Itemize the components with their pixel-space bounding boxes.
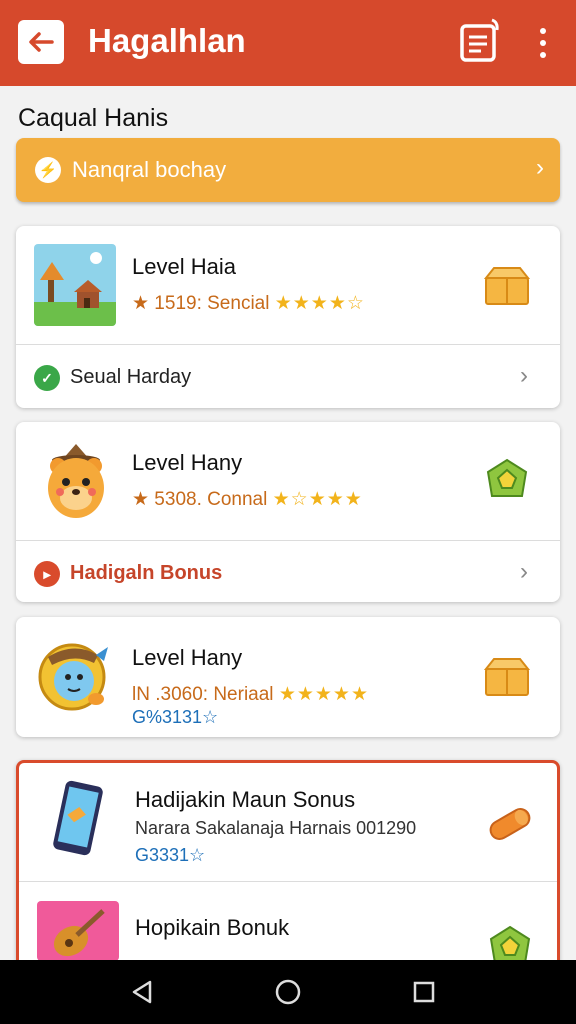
bonus-title: Hopikain Bonuk [135, 915, 290, 940]
app-title: Hagalhlan [88, 22, 246, 59]
footer-label: Hadigaln Bonus [70, 562, 223, 584]
phone-thumbnail [37, 777, 119, 859]
rating-stars: ★★★★★ [278, 684, 369, 705]
level-meta: ★ 5308. Connal ★☆★★★ [132, 489, 363, 510]
treasure-box-icon [482, 651, 532, 701]
section-title: Caqual Hanis [18, 104, 169, 132]
banner-label: Nanqral bochay [72, 157, 227, 182]
level-title: Level Haia [132, 254, 236, 279]
nav-recents-button[interactable] [406, 974, 442, 1010]
green-gem-icon [482, 456, 532, 506]
level-thumbnail [34, 440, 116, 522]
level-card[interactable]: Level Haia ★ 1519: Sencial ★★★★☆ ✓ Seual… [16, 226, 560, 408]
card-divider [16, 540, 560, 541]
level-title: Level Hany [132, 645, 243, 670]
level-title: Level Hany [132, 450, 243, 475]
bonus-code: G3331☆ [135, 845, 206, 865]
level-card[interactable]: Level Hany lN .3060: Neriaal ★★★★★ G%313… [16, 617, 560, 737]
nav-home-icon [275, 979, 301, 1005]
rating-stars: ★☆★★★ [272, 489, 363, 510]
bonus-meta: Narara Sakalanaja Harnais 001290 [135, 818, 417, 838]
guitar-thumbnail [37, 901, 119, 961]
nav-home-button[interactable] [270, 974, 306, 1010]
level-meta: lN .3060: Neriaal ★★★★★ [132, 684, 369, 705]
orange-capsule-icon [485, 799, 535, 849]
arrow-left-icon [29, 32, 54, 52]
notepad-icon [460, 18, 499, 62]
play-circle-icon: ▸ [34, 561, 60, 587]
more-vertical-icon [540, 28, 546, 34]
chevron-right-icon: › [520, 558, 528, 585]
level-thumbnail [34, 633, 116, 715]
system-nav-bar [0, 960, 576, 1024]
nav-back-icon [132, 980, 152, 1004]
bonus-title: Hadijakin Maun Sonus [135, 787, 356, 812]
chevron-right-icon: › [536, 154, 544, 181]
card-footer[interactable]: ▸ Hadigaln Bonus › [16, 542, 560, 602]
level-meta: ★ 1519: Sencial ★★★★☆ [132, 293, 365, 314]
card-divider [19, 881, 557, 882]
bonus-card[interactable]: Hadijakin Maun Sonus Narara Sakalanaja H… [16, 760, 560, 970]
app-bar: Hagalhlan [0, 0, 576, 86]
chevron-right-icon: › [520, 362, 528, 389]
check-circle-icon: ✓ [34, 365, 60, 391]
level-code: G%3131☆ [132, 707, 219, 727]
promo-banner[interactable]: ⚡ Nanqral bochay › [16, 138, 560, 202]
rating-stars: ★★★★☆ [274, 293, 365, 314]
more-options-button[interactable] [528, 24, 558, 62]
back-button[interactable] [18, 20, 64, 64]
footer-label: Seual Harday [70, 366, 192, 388]
level-card[interactable]: Level Hany ★ 5308. Connal ★☆★★★ ▸ Hadiga… [16, 422, 560, 602]
card-footer[interactable]: ✓ Seual Harday › [16, 346, 560, 406]
level-thumbnail [34, 244, 116, 326]
nav-back-button[interactable] [124, 974, 160, 1010]
lightning-icon: ⚡ [35, 157, 61, 183]
treasure-box-icon [482, 260, 532, 310]
notes-button[interactable] [458, 18, 502, 64]
card-divider [16, 344, 560, 345]
nav-recents-icon [413, 981, 435, 1003]
